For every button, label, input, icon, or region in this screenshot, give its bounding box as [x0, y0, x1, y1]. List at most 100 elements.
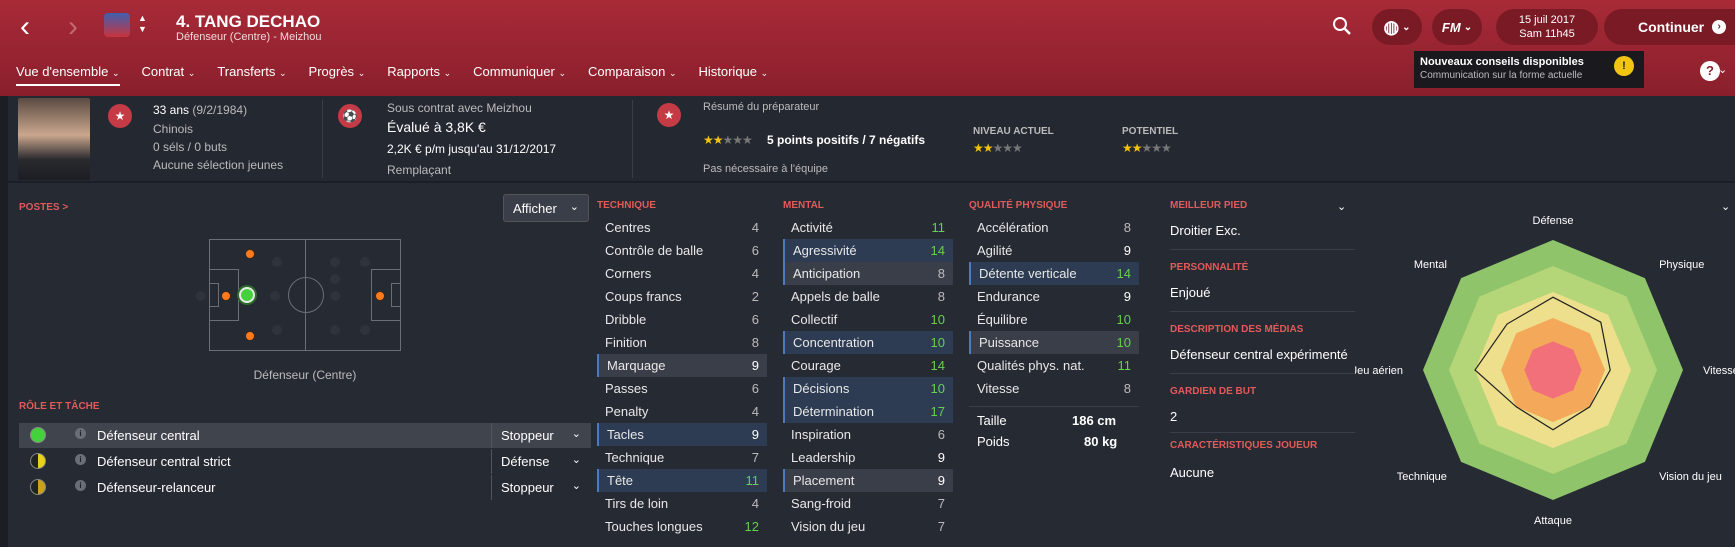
- chevron-down-icon[interactable]: ⌄: [1337, 200, 1346, 213]
- tab-comparison[interactable]: Comparaison ⌄: [588, 56, 677, 86]
- tab-communicate[interactable]: Communiquer ⌄: [473, 56, 566, 86]
- attribute-row[interactable]: Accélération 8: [969, 216, 1139, 239]
- radar-ring: [1524, 341, 1582, 399]
- attribute-row[interactable]: Concentration 10: [783, 331, 953, 354]
- attribute-row[interactable]: Décisions 10: [783, 377, 953, 400]
- globe-menu-button[interactable]: ◍ ⌄: [1372, 9, 1422, 45]
- coach-note-text: Pas nécessaire à l'équipe: [703, 163, 829, 175]
- physical-title: QUALITÉ PHYSIQUE: [969, 200, 1068, 211]
- attribute-row[interactable]: Penalty 4: [597, 400, 767, 423]
- back-icon[interactable]: ‹: [20, 12, 30, 42]
- lightbulb-icon: !: [1614, 56, 1634, 76]
- attribute-name: Corners: [605, 266, 652, 281]
- attribute-row[interactable]: Anticipation 8: [783, 262, 953, 285]
- attribute-row[interactable]: Dribble 6: [597, 308, 767, 331]
- duty-dropdown[interactable]: Stoppeur ⌄: [491, 423, 591, 448]
- player-cycle-icon[interactable]: ▲ ▼: [138, 13, 147, 35]
- attribute-row[interactable]: Détente verticale 14: [969, 262, 1139, 285]
- tab-label: Historique: [698, 64, 758, 79]
- fm-menu-button[interactable]: FM ⌄: [1432, 9, 1482, 45]
- attribute-row[interactable]: Corners 4: [597, 262, 767, 285]
- attribute-row[interactable]: Tête 11: [597, 469, 767, 492]
- date-display[interactable]: 15 juil 2017 Sam 11h45: [1496, 9, 1598, 45]
- info-icon[interactable]: i: [75, 480, 86, 491]
- attribute-row[interactable]: Sang-froid 7: [783, 492, 953, 515]
- position-label: Défenseur (Centre): [253, 368, 357, 382]
- radar-axis-label: Défense: [1533, 215, 1574, 227]
- help-icon[interactable]: ?: [1700, 61, 1720, 81]
- attribute-value: 2: [751, 289, 759, 304]
- attribute-row[interactable]: Inspiration 6: [783, 423, 953, 446]
- attribute-row[interactable]: Collectif 10: [783, 308, 953, 331]
- attribute-row[interactable]: Passes 6: [597, 377, 767, 400]
- search-icon[interactable]: [1333, 17, 1351, 35]
- date-text: 15 juil 2017: [1518, 14, 1576, 26]
- tab-contract[interactable]: Contrat ⌄: [142, 56, 196, 86]
- attribute-row[interactable]: Équilibre 10: [969, 308, 1139, 331]
- attribute-row[interactable]: Tacles 9: [597, 423, 767, 446]
- attribute-value: 11: [745, 473, 760, 488]
- attribute-row[interactable]: Activité 11: [783, 216, 953, 239]
- chevron-down-icon[interactable]: ⌄: [1721, 200, 1730, 213]
- attribute-row[interactable]: Marquage 9: [597, 354, 767, 377]
- tab-reports[interactable]: Rapports ⌄: [387, 56, 451, 86]
- attribute-row[interactable]: Courage 14: [783, 354, 953, 377]
- attribute-row[interactable]: Centres 4: [597, 216, 767, 239]
- position-slot: [330, 257, 340, 267]
- continue-button[interactable]: Continuer ›: [1604, 9, 1735, 45]
- chevron-down-icon: ⌄: [443, 68, 452, 78]
- attribute-row[interactable]: Placement 9: [783, 469, 953, 492]
- attribute-value: 4: [751, 404, 759, 419]
- position-slot: [272, 325, 282, 335]
- attribute-name: Anticipation: [793, 266, 861, 281]
- position-slot: [330, 325, 340, 335]
- attribute-row[interactable]: Vitesse 8: [969, 377, 1139, 400]
- attribute-name: Technique: [605, 450, 665, 465]
- attribute-name: Agilité: [977, 243, 1013, 258]
- duty-label: Stoppeur: [501, 428, 554, 443]
- role-row[interactable]: i Défenseur central Stoppeur ⌄: [19, 423, 591, 448]
- positions-title[interactable]: POSTES >: [19, 202, 68, 213]
- tips-notification[interactable]: Nouveaux conseils disponibles Communicat…: [1414, 51, 1644, 88]
- show-dropdown[interactable]: Afficher ⌄: [503, 194, 589, 222]
- info-icon[interactable]: i: [75, 428, 86, 439]
- attribute-row[interactable]: Endurance 9: [969, 285, 1139, 308]
- attribute-row[interactable]: Touches longues 12: [597, 515, 767, 538]
- attribute-row[interactable]: Contrôle de balle 6: [597, 239, 767, 262]
- attribute-row[interactable]: Qualités phys. nat. 11: [969, 354, 1139, 377]
- forward-icon[interactable]: ›: [68, 12, 78, 42]
- attribute-row[interactable]: Agressivité 14: [783, 239, 953, 262]
- weight-label: Poids: [977, 434, 1010, 449]
- attribute-value: 9: [937, 450, 945, 465]
- chevron-down-icon: ⌄: [760, 68, 769, 78]
- attribute-row[interactable]: Tirs de loin 4: [597, 492, 767, 515]
- attribute-name: Détente verticale: [979, 266, 1077, 281]
- attribute-value: 9: [751, 358, 759, 373]
- attribute-value: 8: [751, 335, 759, 350]
- pitch-six-yard-box: [209, 283, 219, 307]
- attribute-row[interactable]: Leadership 9: [783, 446, 953, 469]
- time-text: Sam 11h45: [1519, 28, 1575, 40]
- attribute-row[interactable]: Coups francs 2: [597, 285, 767, 308]
- duty-dropdown[interactable]: Stoppeur ⌄: [491, 475, 591, 500]
- attribute-value: 6: [751, 381, 759, 396]
- chevron-down-icon[interactable]: ⌄: [1718, 63, 1727, 76]
- tab-overview[interactable]: Vue d'ensemble ⌄: [16, 56, 120, 86]
- attribute-row[interactable]: Finition 8: [597, 331, 767, 354]
- attribute-row[interactable]: Détermination 17: [783, 400, 953, 423]
- role-row[interactable]: i Défenseur-relanceur Stoppeur ⌄: [19, 475, 591, 500]
- info-icon[interactable]: i: [75, 454, 86, 465]
- attribute-row[interactable]: Puissance 10: [969, 331, 1139, 354]
- tab-progress[interactable]: Progrès ⌄: [309, 56, 366, 86]
- attribute-row[interactable]: Technique 7: [597, 446, 767, 469]
- attribute-row[interactable]: Vision du jeu 7: [783, 515, 953, 538]
- personality-value: Enjoué: [1170, 285, 1211, 300]
- duty-dropdown[interactable]: Défense ⌄: [491, 449, 591, 474]
- attribute-value: 9: [937, 473, 945, 488]
- role-row[interactable]: i Défenseur central strict Défense ⌄: [19, 449, 591, 474]
- attribute-row[interactable]: Appels de balle 8: [783, 285, 953, 308]
- attribute-row[interactable]: Agilité 9: [969, 239, 1139, 262]
- tab-transfers[interactable]: Transferts ⌄: [217, 56, 286, 86]
- tab-history[interactable]: Historique ⌄: [698, 56, 768, 86]
- duty-label: Stoppeur: [501, 480, 554, 495]
